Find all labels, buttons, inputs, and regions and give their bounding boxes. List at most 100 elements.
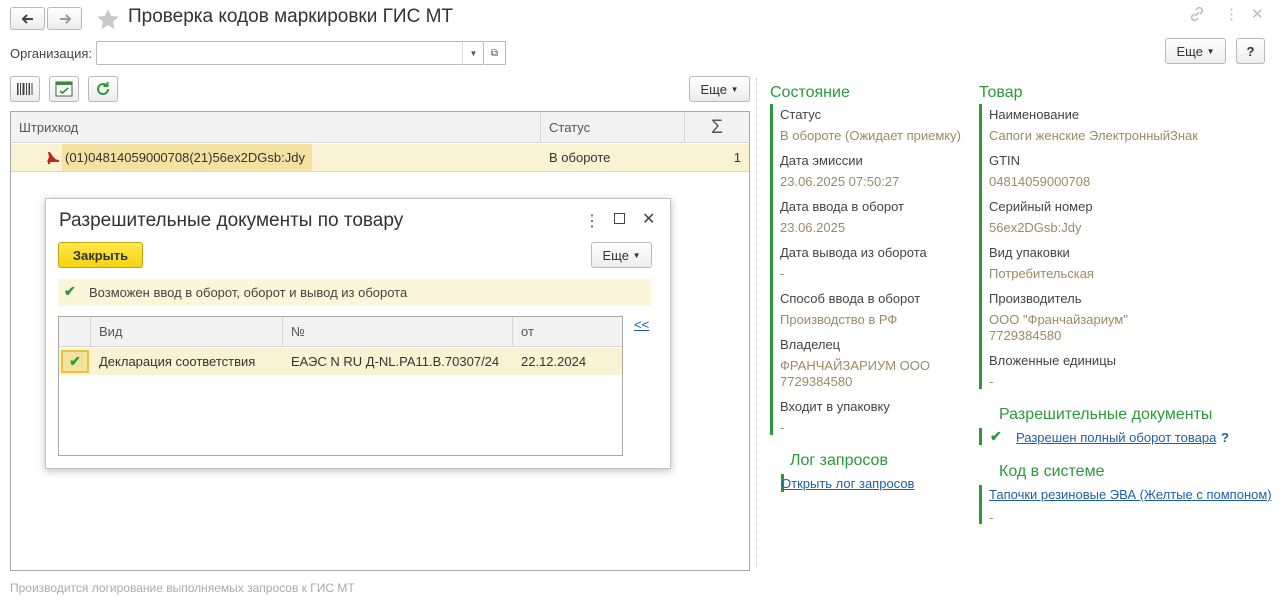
open-window-icon: ⧉ <box>490 47 499 59</box>
product-section-bar <box>979 104 982 389</box>
output-date-label: Дата вывода из оборота <box>780 245 927 260</box>
triangle-down-icon: ▼ <box>730 84 739 94</box>
table-header: Вид № от <box>59 317 622 347</box>
table-header: Штрихкод Статус Σ <box>11 112 749 143</box>
permits-dialog[interactable]: Разрешительные документы по товару ⋮ ✕ З… <box>45 198 671 469</box>
close-window-icon[interactable]: ✕ <box>1251 5 1264 23</box>
status-cell: В обороте <box>549 150 611 165</box>
forward-button[interactable] <box>47 7 82 30</box>
dialog-maximize-icon[interactable] <box>614 213 625 224</box>
system-code-section-title: Код в системе <box>999 463 1105 480</box>
documents-table[interactable]: Вид № от ✔ Декларация соответствия ЕАЭС … <box>58 316 623 456</box>
column-header-sum[interactable]: Σ <box>685 112 749 143</box>
dialog-more-button[interactable]: Еще ▼ <box>591 242 652 268</box>
kind-cell: Декларация соответствия <box>99 354 256 369</box>
product-name-label: Наименование <box>989 107 1080 122</box>
pack-type-value: Потребительская <box>989 266 1094 281</box>
log-section-title: Лог запросов <box>790 452 888 469</box>
emission-date-label: Дата эмиссии <box>780 153 863 168</box>
permits-section-title: Разрешительные документы <box>999 406 1213 423</box>
checkmark-icon: ✔ <box>990 428 1002 444</box>
logging-note: Производится логирование выполняемых зап… <box>10 581 355 595</box>
barcode-scan-button[interactable] <box>10 76 40 102</box>
table-row[interactable]: ✔ Декларация соответствия ЕАЭС N RU Д-NL… <box>59 348 622 375</box>
triangle-down-icon: ▼ <box>632 250 641 260</box>
kebab-menu-icon[interactable]: ⋮ <box>1224 5 1239 23</box>
collapse-link[interactable]: << <box>634 317 649 332</box>
input-method-label: Способ ввода в оборот <box>780 291 921 306</box>
state-section-bar <box>770 104 773 435</box>
panel-divider <box>756 78 757 568</box>
dialog-kebab-icon[interactable]: ⋮ <box>584 211 600 231</box>
organization-dropdown-button[interactable]: ▼ <box>462 41 484 65</box>
triangle-down-icon: ▼ <box>1206 46 1215 56</box>
favorite-star-icon[interactable] <box>96 8 120 30</box>
serial-label: Серийный номер <box>989 199 1093 214</box>
input-date-value: 23.06.2025 <box>780 220 846 235</box>
load-document-button[interactable] <box>49 76 79 102</box>
arrow-right-icon <box>59 13 71 24</box>
arrow-left-icon <box>21 13 33 24</box>
organization-label: Организация: <box>10 46 93 61</box>
column-header-kind[interactable]: Вид <box>91 317 283 347</box>
nested-units-label: Вложенные единицы <box>989 353 1116 368</box>
more-label: Еще <box>602 247 629 263</box>
more-button-top[interactable]: Еще ▼ <box>1165 38 1226 64</box>
product-section-title: Товар <box>979 84 1023 101</box>
state-section-title: Состояние <box>770 84 850 101</box>
owner-name-value: ФРАНЧАЙЗАРИУМ ООО <box>780 358 930 373</box>
gtin-label: GTIN <box>989 153 1021 168</box>
refresh-icon <box>97 82 110 96</box>
input-method-value: Производство в РФ <box>780 312 898 327</box>
status-label: Статус <box>780 107 822 122</box>
column-header-status[interactable]: Статус <box>541 112 685 143</box>
help-button[interactable]: ? <box>1236 38 1265 64</box>
system-code-link[interactable]: Тапочки резиновые ЭВА (Желтые с помпоном… <box>989 487 1272 502</box>
system-code-section-bar <box>979 485 982 524</box>
serial-value: 56ex2DGsb:Jdy <box>989 220 1082 235</box>
count-cell: 1 <box>733 150 741 165</box>
column-header-check <box>59 317 91 347</box>
info-text: Возможен ввод в оборот, оборот и вывод и… <box>89 285 408 300</box>
dialog-close-icon[interactable]: ✕ <box>642 209 655 229</box>
link-icon[interactable] <box>1189 6 1205 26</box>
emission-date-value: 23.06.2025 07:50:27 <box>780 174 900 189</box>
system-code-value: - <box>989 510 994 525</box>
permits-link[interactable]: Разрешен полный оборот товара <box>1016 430 1216 445</box>
row-check-cell[interactable]: ✔ <box>61 350 89 373</box>
triangle-down-icon: ▼ <box>469 48 478 58</box>
gtin-value: 04814059000708 <box>989 174 1091 189</box>
close-button[interactable]: Закрыть <box>58 242 143 268</box>
checkmark-icon: ✔ <box>69 353 81 369</box>
column-header-number[interactable]: № <box>283 317 513 347</box>
nested-units-value: - <box>989 374 994 389</box>
table-row[interactable]: (01)04814059000708(21)56ex2DGsb:Jdy В об… <box>11 144 749 172</box>
dialog-title: Разрешительные документы по товару <box>59 210 404 231</box>
info-bar: ✔ Возможен ввод в оборот, оборот и вывод… <box>58 279 651 306</box>
permits-section-bar <box>979 428 982 445</box>
input-date-label: Дата ввода в оборот <box>780 199 904 214</box>
package-value: - <box>780 420 785 435</box>
refresh-button[interactable] <box>88 76 118 102</box>
date-cell: 22.12.2024 <box>521 354 587 369</box>
more-button-toolbar[interactable]: Еще ▼ <box>689 76 750 102</box>
pack-type-label: Вид упаковки <box>989 245 1070 260</box>
organization-open-button[interactable]: ⧉ <box>484 41 506 65</box>
document-check-icon <box>55 81 73 97</box>
barcode-cell: (01)04814059000708(21)56ex2DGsb:Jdy <box>62 144 312 171</box>
status-value: В обороте (Ожидает приемку) <box>780 128 961 143</box>
permits-help-icon[interactable]: ? <box>1221 430 1229 445</box>
open-log-link[interactable]: Открыть лог запросов <box>781 476 914 491</box>
number-cell: ЕАЭС N RU Д-NL.PA11.B.70307/24 <box>291 354 500 369</box>
barcode-icon <box>17 83 33 95</box>
column-header-barcode[interactable]: Штрихкод <box>11 112 541 143</box>
more-label: Еще <box>1176 43 1203 59</box>
back-button[interactable] <box>10 7 45 30</box>
product-name-value: Сапоги женские ЭлектронныйЗнак <box>989 128 1198 143</box>
owner-label: Владелец <box>780 337 841 352</box>
column-header-date[interactable]: от <box>513 317 622 347</box>
checkmark-icon: ✔ <box>64 283 76 299</box>
output-date-value: - <box>780 266 785 281</box>
organization-field[interactable] <box>96 41 484 65</box>
help-label: ? <box>1246 43 1255 59</box>
